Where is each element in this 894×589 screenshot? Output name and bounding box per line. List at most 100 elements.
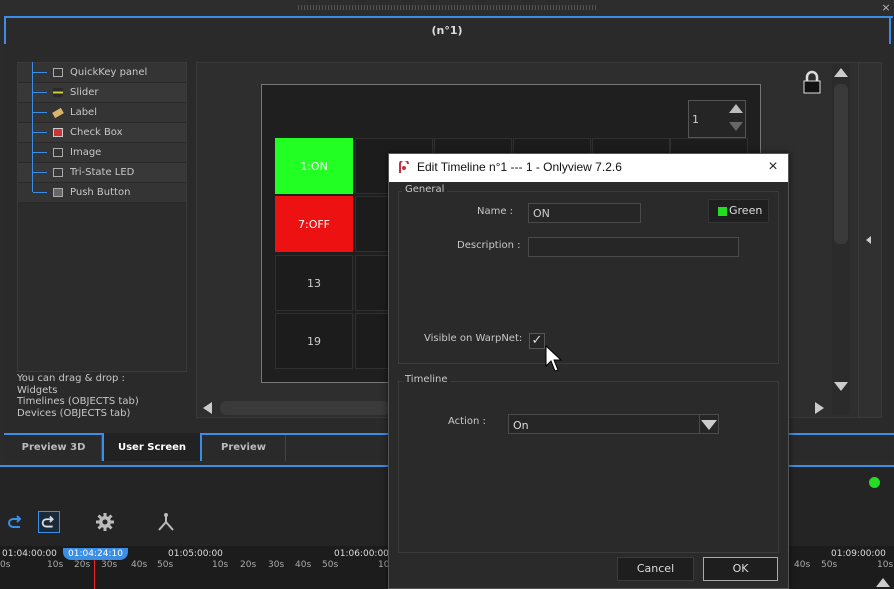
second-tick: 40s bbox=[295, 560, 312, 570]
description-field[interactable] bbox=[528, 237, 739, 257]
scroll-up-icon[interactable] bbox=[834, 68, 848, 77]
tree-connector bbox=[33, 112, 47, 113]
widget-item-quickkey[interactable]: QuickKey panel bbox=[18, 63, 186, 83]
tab-preview-3d[interactable]: Preview 3D bbox=[6, 435, 102, 461]
spinner-up-icon[interactable] bbox=[729, 104, 743, 113]
timecode-label: 01:04:00:00 bbox=[2, 549, 57, 559]
second-tick: 40s bbox=[131, 560, 148, 570]
widget-item-led[interactable]: Tri-State LED bbox=[18, 163, 186, 183]
timecode-label: 01:05:00:00 bbox=[168, 549, 223, 559]
visible-warpnet-checkbox[interactable]: ✓ bbox=[529, 333, 545, 349]
app-logo-icon bbox=[399, 161, 409, 173]
second-tick: 10s bbox=[47, 560, 64, 570]
timeline-group bbox=[398, 381, 779, 553]
tab-user-screen[interactable]: User Screen bbox=[102, 433, 202, 461]
action-select[interactable] bbox=[508, 414, 719, 434]
label-icon bbox=[52, 107, 64, 119]
second-tick: 20s bbox=[74, 560, 91, 570]
page-spinner-value: 1 bbox=[692, 113, 699, 126]
image-icon bbox=[53, 148, 63, 157]
slider-icon bbox=[53, 88, 63, 97]
action-label: Action : bbox=[448, 416, 486, 427]
second-tick: 10s bbox=[877, 560, 894, 570]
tree-connector bbox=[33, 152, 47, 153]
tree-connector bbox=[33, 92, 47, 93]
hint-line: Devices (OBJECTS tab) bbox=[17, 407, 131, 419]
pad-19[interactable]: 19 bbox=[275, 313, 353, 369]
split-icon[interactable] bbox=[155, 511, 177, 533]
cancel-button[interactable]: Cancel bbox=[617, 557, 694, 581]
widget-item-label: Push Button bbox=[70, 187, 131, 198]
panel-icon bbox=[53, 68, 63, 77]
timecode-label: 01:09:00:00 bbox=[831, 549, 886, 559]
widget-item-label: Image bbox=[70, 147, 102, 158]
pad-13[interactable]: 13 bbox=[275, 255, 353, 311]
tab-preview[interactable]: Preview bbox=[202, 435, 286, 461]
playhead-line[interactable] bbox=[94, 560, 95, 589]
dialog-close-icon[interactable]: × bbox=[765, 158, 781, 176]
widget-list: QuickKey panel Slider Label Check Box Im… bbox=[17, 62, 187, 372]
dialog-title: Edit Timeline n°1 --- 1 - Onlyview 7.2.6 bbox=[417, 160, 622, 174]
tree-line bbox=[32, 62, 33, 192]
second-tick: 10s bbox=[212, 560, 229, 570]
playhead-timecode[interactable]: 01:04:24:10 bbox=[63, 548, 128, 560]
second-tick: 50s bbox=[157, 560, 174, 570]
pad-on[interactable]: 1:ON bbox=[275, 138, 353, 194]
push-button-icon bbox=[53, 188, 63, 197]
tree-connector bbox=[33, 72, 47, 73]
loop-active-icon[interactable] bbox=[38, 511, 60, 533]
second-tick: 30s bbox=[268, 560, 285, 570]
visible-warpnet-label: Visible on WarpNet: bbox=[424, 333, 523, 344]
second-tick: 30s bbox=[101, 560, 118, 570]
widget-item-label: Slider bbox=[70, 87, 99, 98]
window-close-icon[interactable]: × bbox=[879, 1, 893, 15]
tree-connector bbox=[33, 192, 47, 193]
scroll-right-icon[interactable] bbox=[815, 402, 824, 414]
lock-icon[interactable] bbox=[802, 70, 822, 94]
ok-button[interactable]: OK bbox=[703, 557, 778, 581]
timecode-label: 01:06:00:00 bbox=[334, 549, 389, 559]
led-icon bbox=[53, 168, 63, 177]
action-select-value: On bbox=[513, 419, 529, 432]
general-group-label: General bbox=[402, 184, 448, 195]
chevron-left-icon[interactable] bbox=[866, 236, 871, 244]
vertical-scroll-thumb[interactable] bbox=[834, 84, 848, 244]
hint-line: Widgets bbox=[17, 384, 58, 396]
second-tick: 20s bbox=[240, 560, 257, 570]
scroll-down-icon[interactable] bbox=[834, 382, 848, 391]
widget-item-label: Check Box bbox=[70, 127, 123, 138]
chevron-down-icon[interactable] bbox=[701, 420, 717, 430]
name-label: Name : bbox=[477, 206, 514, 217]
widget-item-label-widget[interactable]: Label bbox=[18, 103, 186, 123]
panel-title: (n°1) bbox=[431, 24, 463, 37]
widget-item-push-button[interactable]: Push Button bbox=[18, 183, 186, 203]
horizontal-scroll-thumb[interactable] bbox=[220, 401, 390, 415]
second-tick: 50s bbox=[322, 560, 339, 570]
loop-icon[interactable] bbox=[5, 511, 27, 533]
scroll-left-icon[interactable] bbox=[203, 402, 212, 414]
mouse-cursor-icon bbox=[545, 345, 563, 372]
expand-up-icon[interactable] bbox=[876, 578, 890, 587]
hint-line: Timelines (OBJECTS tab) bbox=[17, 396, 139, 407]
widget-item-checkbox[interactable]: Check Box bbox=[18, 123, 186, 143]
widget-item-image[interactable]: Image bbox=[18, 143, 186, 163]
description-label: Description : bbox=[457, 240, 521, 251]
drag-drop-hint: You can drag & drop : Widgets Timelines … bbox=[17, 373, 197, 419]
widget-item-slider[interactable]: Slider bbox=[18, 83, 186, 103]
second-tick: 50s bbox=[821, 560, 838, 570]
drag-grip[interactable] bbox=[298, 5, 596, 10]
color-swatch bbox=[718, 207, 727, 216]
checkbox-icon bbox=[53, 128, 63, 137]
name-field[interactable]: ON bbox=[528, 203, 641, 223]
widget-item-label: QuickKey panel bbox=[70, 67, 148, 78]
second-tick: 0s bbox=[0, 560, 11, 570]
gear-icon[interactable] bbox=[94, 511, 116, 533]
status-led bbox=[869, 477, 880, 488]
tree-connector bbox=[33, 172, 47, 173]
tree-connector bbox=[33, 132, 47, 133]
widget-item-label: Label bbox=[70, 107, 97, 118]
spinner-down-icon[interactable] bbox=[729, 122, 743, 131]
pad-off[interactable]: 7:OFF bbox=[275, 196, 353, 252]
hint-line: You can drag & drop : bbox=[17, 373, 125, 384]
second-tick: 40s bbox=[794, 560, 811, 570]
